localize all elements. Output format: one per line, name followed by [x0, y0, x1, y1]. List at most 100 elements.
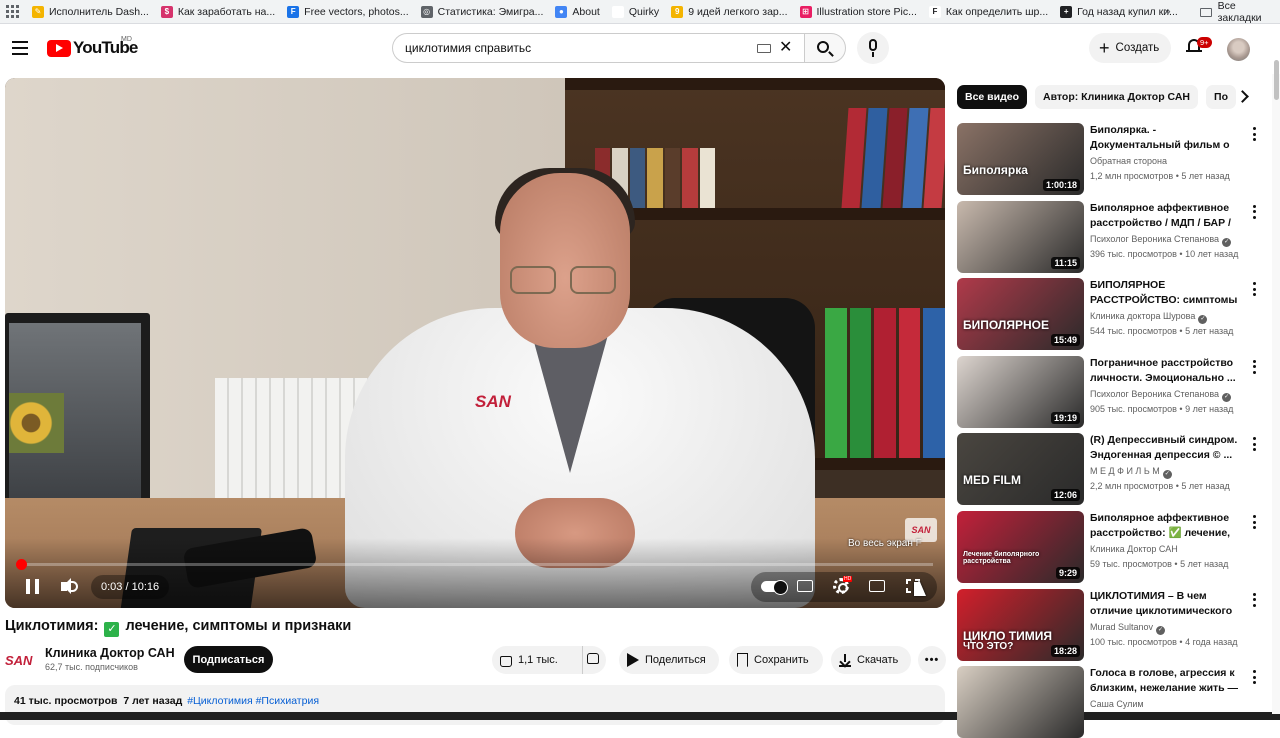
- recommendation-meta: 905 тыс. просмотров • 9 лет назад: [1090, 403, 1234, 414]
- pause-button[interactable]: [22, 578, 44, 596]
- thumbnail-caption: Лечение биполярного расстройства: [963, 551, 1040, 565]
- mouse-pointer: [914, 582, 926, 596]
- progress-bar[interactable]: [17, 563, 933, 566]
- recommendation-channel[interactable]: Психолог Вероника Степанова ✓: [1090, 234, 1232, 247]
- more-options-icon[interactable]: [1253, 282, 1257, 297]
- hashtags[interactable]: #Циклотимия #Психиатрия: [187, 695, 319, 707]
- recommendation-thumbnail[interactable]: Биполярка 1:00:18: [957, 123, 1084, 195]
- recommendation-item[interactable]: MED FILM 12:06 (R) Депрессивный синдром. Э…: [957, 433, 1267, 506]
- recommendation-title[interactable]: ЦИКЛОТИМИЯ – В чем отличие циклотимическ…: [1090, 589, 1240, 619]
- recommendation-channel[interactable]: Саша Сулим: [1090, 699, 1144, 709]
- chevron-right-icon[interactable]: [1236, 89, 1250, 103]
- autoplay-toggle[interactable]: [761, 580, 788, 595]
- theater-mode-icon[interactable]: [869, 580, 885, 592]
- notifications-badge: 9+: [1197, 37, 1212, 48]
- channel-avatar[interactable]: SAN: [5, 648, 39, 672]
- bookmark-favicon-icon: [611, 5, 624, 18]
- bookmark-item[interactable]: F Free vectors, photos...: [283, 0, 416, 24]
- recommendation-item[interactable]: Голоса в голове, агрессия к близким, неж…: [957, 666, 1267, 738]
- like-button[interactable]: 1,1 тыс.: [492, 646, 582, 674]
- voice-search-button[interactable]: [857, 32, 889, 64]
- bookmarks-overflow-icon[interactable]: »: [1164, 4, 1171, 18]
- bookmark-item[interactable]: $ Как заработать на...: [157, 0, 283, 24]
- bookmark-item[interactable]: ✎ Исполнитель Dash...: [28, 0, 157, 24]
- dislike-button[interactable]: [582, 646, 606, 674]
- recommendation-thumbnail[interactable]: [957, 666, 1084, 738]
- search-query: циклотимия справитьс: [405, 41, 532, 55]
- more-options-icon[interactable]: [1253, 127, 1257, 141]
- recommendation-channel[interactable]: Клиника доктора Шурова ✓: [1090, 311, 1208, 325]
- bookmark-item[interactable]: ◎ Статистика: Эмигра...: [417, 0, 552, 24]
- search-input[interactable]: циклотимия справитьс ✕: [392, 33, 804, 63]
- bookmark-item[interactable]: F Как определить шр...: [925, 0, 1056, 24]
- thumbnail-caption: MED FILM: [963, 473, 1021, 488]
- create-button[interactable]: + Создать: [1089, 33, 1171, 63]
- filter-chip[interactable]: Все видео: [957, 85, 1028, 109]
- thumbs-up-icon: [500, 656, 512, 667]
- search-button[interactable]: [804, 33, 846, 63]
- video-player[interactable]: SAN SAN Во весь экран F 0:03 / 10:16 HD: [5, 78, 945, 608]
- filter-chip[interactable]: Автор: Клиника Доктор САН: [1035, 85, 1199, 109]
- recommendation-channel[interactable]: Murad Sultanov ✓: [1090, 622, 1166, 635]
- all-bookmarks-folder[interactable]: Все закладки: [1200, 0, 1280, 24]
- bookmark-item[interactable]: Quirky: [608, 0, 667, 24]
- more-options-icon[interactable]: [1253, 437, 1257, 452]
- channel-label: Обратная сторона: [1090, 156, 1167, 166]
- recommendation-title[interactable]: (R) Депрессивный синдром. Эндогенная деп…: [1090, 433, 1240, 463]
- recommendation-thumbnail[interactable]: ЦИКЛО ТИМИЯ ЧТО ЭТО? 18:28: [957, 588, 1084, 661]
- recommendation-thumbnail[interactable]: Лечение биполярного расстройства 9:29: [957, 511, 1084, 583]
- account-avatar[interactable]: [1227, 38, 1250, 61]
- recommendation-item[interactable]: Биполярка 1:00:18 Биполярка. - Документаль…: [957, 123, 1267, 195]
- save-button[interactable]: Сохранить: [729, 646, 823, 674]
- recommendation-title[interactable]: Пограничное расстройство личности. Эмоци…: [1090, 356, 1240, 386]
- video-title-prefix: Циклотимия:: [5, 618, 99, 634]
- recommendation-channel[interactable]: Клиника Доктор САН: [1090, 544, 1178, 554]
- more-actions-button[interactable]: •••: [918, 646, 946, 674]
- recommendation-title[interactable]: Биполярное аффективное расстройство / МД…: [1090, 201, 1240, 231]
- recommendation-item[interactable]: 11:15 Биполярное аффективное расстройство…: [957, 200, 1267, 273]
- recommendation-thumbnail[interactable]: БИПОЛЯРНОЕ 15:49: [957, 278, 1084, 351]
- page-scrollbar[interactable]: [1272, 74, 1280, 714]
- clear-search-icon[interactable]: ✕: [779, 40, 792, 56]
- recommendation-thumbnail[interactable]: 11:15: [957, 200, 1084, 273]
- bookmark-label: Как определить шр...: [945, 5, 1049, 18]
- recommendation-title[interactable]: Биполярное аффективное расстройство: ✅ л…: [1090, 511, 1240, 541]
- recommendation-title[interactable]: Голоса в голове, агрессия к близким, неж…: [1090, 666, 1240, 696]
- scrollbar-thumb[interactable]: [1274, 60, 1279, 100]
- recommendation-title[interactable]: БИПОЛЯРНОЕ РАССТРОЙСТВО: симптомы ...: [1090, 278, 1240, 308]
- channel-name[interactable]: Клиника Доктор САН: [45, 646, 175, 660]
- keyboard-icon[interactable]: [757, 44, 771, 53]
- subtitles-icon[interactable]: [797, 580, 813, 592]
- share-button[interactable]: Поделиться: [619, 646, 719, 674]
- recommendation-item[interactable]: ЦИКЛО ТИМИЯ ЧТО ЭТО? 18:28 ЦИКЛОТИМИЯ – В ч…: [957, 588, 1267, 661]
- recommendation-item[interactable]: Лечение биполярного расстройства 9:29 Бипо…: [957, 511, 1267, 583]
- fullscreen-tooltip-text: Во весь экран: [848, 538, 913, 549]
- recommendation-channel[interactable]: Психолог Вероника Степанова ✓: [1090, 389, 1232, 402]
- more-options-icon[interactable]: [1253, 515, 1257, 529]
- recommendation-thumbnail[interactable]: MED FILM 12:06: [957, 433, 1084, 506]
- bookmark-item[interactable]: 9 9 идей легкого зар...: [667, 0, 795, 24]
- apps-grid-icon[interactable]: [4, 4, 20, 20]
- recommendation-item[interactable]: БИПОЛЯРНОЕ 15:49 БИПОЛЯРНОЕ РАССТРОЙСТВО: …: [957, 278, 1267, 351]
- recommendation-channel[interactable]: М Е Д Ф И Л Ь М ✓: [1090, 466, 1172, 480]
- bookmark-item[interactable]: ⊞ Illustration store Pic...: [796, 0, 925, 24]
- subscribe-button[interactable]: Подписаться: [184, 646, 273, 673]
- filter-chips: Все видео Автор: Клиника Доктор САН По: [957, 85, 1257, 109]
- country-code: MD: [121, 36, 132, 43]
- recommendation-item[interactable]: 19:19 Пограничное расстройство личности. …: [957, 355, 1267, 428]
- hamburger-menu-icon[interactable]: [12, 41, 28, 55]
- more-options-icon[interactable]: [1253, 592, 1257, 607]
- more-options-icon[interactable]: [1253, 204, 1257, 219]
- bookmark-item[interactable]: ● About: [551, 0, 607, 24]
- more-options-icon[interactable]: [1253, 359, 1257, 374]
- volume-icon[interactable]: [59, 578, 79, 596]
- more-options-icon[interactable]: [1253, 670, 1257, 685]
- filter-chip[interactable]: По: [1206, 85, 1236, 109]
- progress-scrubber[interactable]: [16, 559, 28, 570]
- channel-label: М Е Д Ф И Л Ь М: [1090, 466, 1160, 477]
- download-button[interactable]: Скачать: [831, 646, 911, 674]
- recommendation-thumbnail[interactable]: 19:19: [957, 355, 1084, 428]
- recommendation-title[interactable]: Биполярка. - Документальный фильм о ...: [1090, 123, 1240, 153]
- bookmark-favicon-icon: ⊞: [799, 5, 812, 18]
- recommendation-channel[interactable]: Обратная сторона: [1090, 156, 1167, 166]
